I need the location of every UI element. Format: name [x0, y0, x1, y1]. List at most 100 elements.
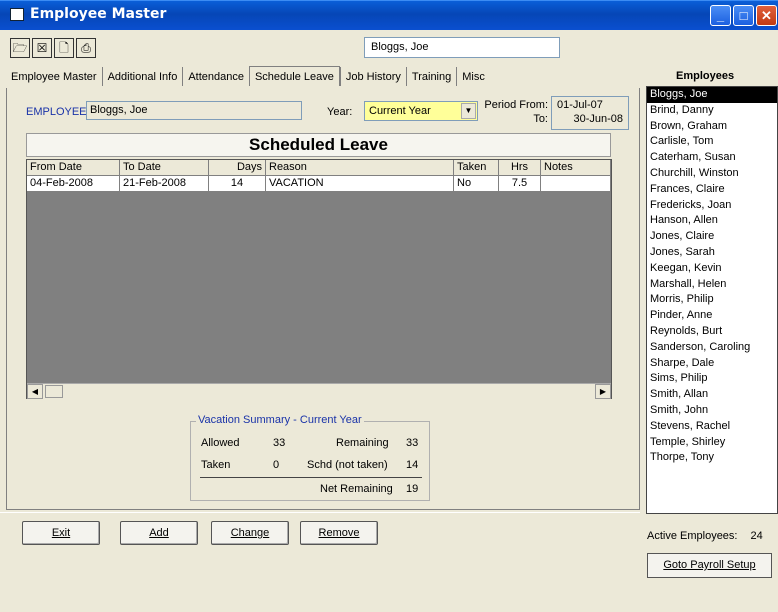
remaining-value: 33: [406, 437, 419, 449]
scroll-left-icon[interactable]: ◀: [27, 384, 43, 399]
period-to-value: 30-Jun-08: [573, 113, 623, 125]
employee-field: Bloggs, Joe: [86, 101, 302, 120]
list-item[interactable]: Carlisle, Tom: [647, 134, 777, 150]
list-item[interactable]: Pinder, Anne: [647, 308, 777, 324]
list-item[interactable]: Jones, Sarah: [647, 245, 777, 261]
active-employees-count: 24: [750, 530, 763, 542]
list-item[interactable]: Temple, Shirley: [647, 435, 777, 451]
cell-from-date: 04-Feb-2008: [27, 176, 120, 192]
close-button[interactable]: ✕: [756, 5, 777, 26]
col-taken[interactable]: Taken: [454, 160, 499, 176]
schd-label: Schd (not taken): [307, 459, 388, 471]
col-from-date[interactable]: From Date: [27, 160, 120, 176]
cell-to-date: 21-Feb-2008: [120, 176, 209, 192]
active-employees: Active Employees: 24: [647, 530, 763, 542]
tab-employee-master[interactable]: Employee Master: [6, 67, 102, 86]
col-hrs[interactable]: Hrs: [499, 160, 541, 176]
remaining-label: Remaining: [336, 437, 389, 449]
list-item[interactable]: Keegan, Kevin: [647, 261, 777, 277]
tab-schedule-leave[interactable]: Schedule Leave: [248, 66, 340, 86]
taken-value: 0: [273, 459, 280, 471]
leave-grid[interactable]: From Date To Date Days Reason Taken Hrs …: [26, 159, 612, 399]
current-employee-field[interactable]: Bloggs, Joe: [364, 37, 560, 58]
tab-misc[interactable]: Misc: [456, 67, 490, 86]
list-item[interactable]: Bloggs, Joe: [647, 87, 777, 103]
scheduled-leave-title: Scheduled Leave: [26, 133, 611, 157]
col-to-date[interactable]: To Date: [120, 160, 209, 176]
taken-label: Taken: [201, 459, 231, 471]
col-days[interactable]: Days: [209, 160, 266, 176]
period-labels: Period From: To:: [484, 98, 548, 126]
list-item[interactable]: Jones, Claire: [647, 229, 777, 245]
tab-attendance[interactable]: Attendance: [182, 67, 249, 86]
list-item[interactable]: Sharpe, Dale: [647, 356, 777, 372]
list-item[interactable]: Caterham, Susan: [647, 150, 777, 166]
window-title: Employee Master: [30, 6, 167, 22]
net-remaining-label: Net Remaining: [320, 483, 393, 495]
employees-title: Employees: [676, 70, 735, 82]
active-employees-label: Active Employees:: [647, 530, 738, 542]
list-item[interactable]: Smith, John: [647, 403, 777, 419]
tab-additional-info[interactable]: Additional Info: [101, 67, 183, 86]
cell-hrs: 7.5: [499, 176, 541, 192]
tab-strip: Employee Master Additional Info Attendance…: [6, 66, 490, 88]
list-item[interactable]: Smith, Allan: [647, 387, 777, 403]
list-item[interactable]: Morris, Philip: [647, 292, 777, 308]
list-item[interactable]: Sanderson, Caroling: [647, 340, 777, 356]
cell-notes: [541, 176, 611, 192]
employee-label: EMPLOYEE: [26, 106, 87, 118]
goto-payroll-setup-button[interactable]: Goto Payroll Setup: [647, 553, 772, 578]
list-item[interactable]: Stevens, Rachel: [647, 419, 777, 435]
new-document-icon[interactable]: 🗋: [54, 38, 74, 58]
cell-days: 14: [209, 176, 266, 192]
period-to-label: To:: [533, 113, 548, 125]
add-button[interactable]: Add: [120, 521, 198, 545]
minimize-button[interactable]: _: [710, 5, 731, 26]
scroll-thumb[interactable]: [45, 385, 63, 398]
remove-button[interactable]: Remove: [300, 521, 378, 545]
employee-list[interactable]: Bloggs, Joe Brind, Danny Brown, Graham C…: [646, 86, 778, 514]
list-item[interactable]: Marshall, Helen: [647, 277, 777, 293]
scroll-right-icon[interactable]: ▶: [595, 384, 611, 399]
allowed-value: 33: [273, 437, 286, 449]
list-item[interactable]: Fredericks, Joan: [647, 198, 777, 214]
list-item[interactable]: Brown, Graham: [647, 119, 777, 135]
list-item[interactable]: Thorpe, Tony: [647, 450, 777, 466]
summary-legend: Vacation Summary - Current Year: [196, 414, 364, 426]
period-box: 01-Jul-07 30-Jun-08: [551, 96, 629, 130]
list-item[interactable]: Frances, Claire: [647, 182, 777, 198]
change-button-label: Change: [230, 527, 270, 539]
allowed-label: Allowed: [201, 437, 240, 449]
exit-button[interactable]: Exit: [22, 521, 100, 545]
cell-reason: VACATION: [266, 176, 454, 192]
list-item[interactable]: Churchill, Winston: [647, 166, 777, 182]
exit-button-label: Exit: [51, 527, 71, 539]
app-icon: [10, 8, 24, 21]
schd-value: 14: [406, 459, 419, 471]
chevron-down-icon[interactable]: ▼: [461, 103, 476, 119]
list-item[interactable]: Brind, Danny: [647, 103, 777, 119]
col-reason[interactable]: Reason: [266, 160, 454, 176]
close-record-icon[interactable]: ☒: [32, 38, 52, 58]
tab-training[interactable]: Training: [405, 67, 456, 86]
remove-button-label: Remove: [318, 527, 360, 539]
col-notes[interactable]: Notes: [541, 160, 611, 176]
net-remaining-value: 19: [406, 483, 419, 495]
table-row[interactable]: 04-Feb-2008 21-Feb-2008 14 VACATION No 7…: [27, 176, 611, 192]
print-icon[interactable]: ⎙: [76, 38, 96, 58]
summary-divider: [200, 477, 422, 478]
period-from-label: Period From:: [484, 99, 548, 111]
change-button[interactable]: Change: [211, 521, 289, 545]
grid-header: From Date To Date Days Reason Taken Hrs …: [27, 160, 611, 176]
maximize-button[interactable]: □: [733, 5, 754, 26]
list-item[interactable]: Sims, Philip: [647, 371, 777, 387]
tab-job-history[interactable]: Job History: [339, 67, 406, 86]
year-label: Year:: [327, 106, 353, 118]
add-button-label: Add: [149, 527, 169, 539]
list-item[interactable]: Reynolds, Burt: [647, 324, 777, 340]
open-folder-icon[interactable]: 🗁: [10, 38, 30, 58]
cell-taken: No: [454, 176, 499, 192]
horizontal-scrollbar[interactable]: ◀ ▶: [27, 383, 611, 399]
list-item[interactable]: Hanson, Allen: [647, 213, 777, 229]
payroll-button-label: Goto Payroll Setup: [663, 559, 756, 571]
